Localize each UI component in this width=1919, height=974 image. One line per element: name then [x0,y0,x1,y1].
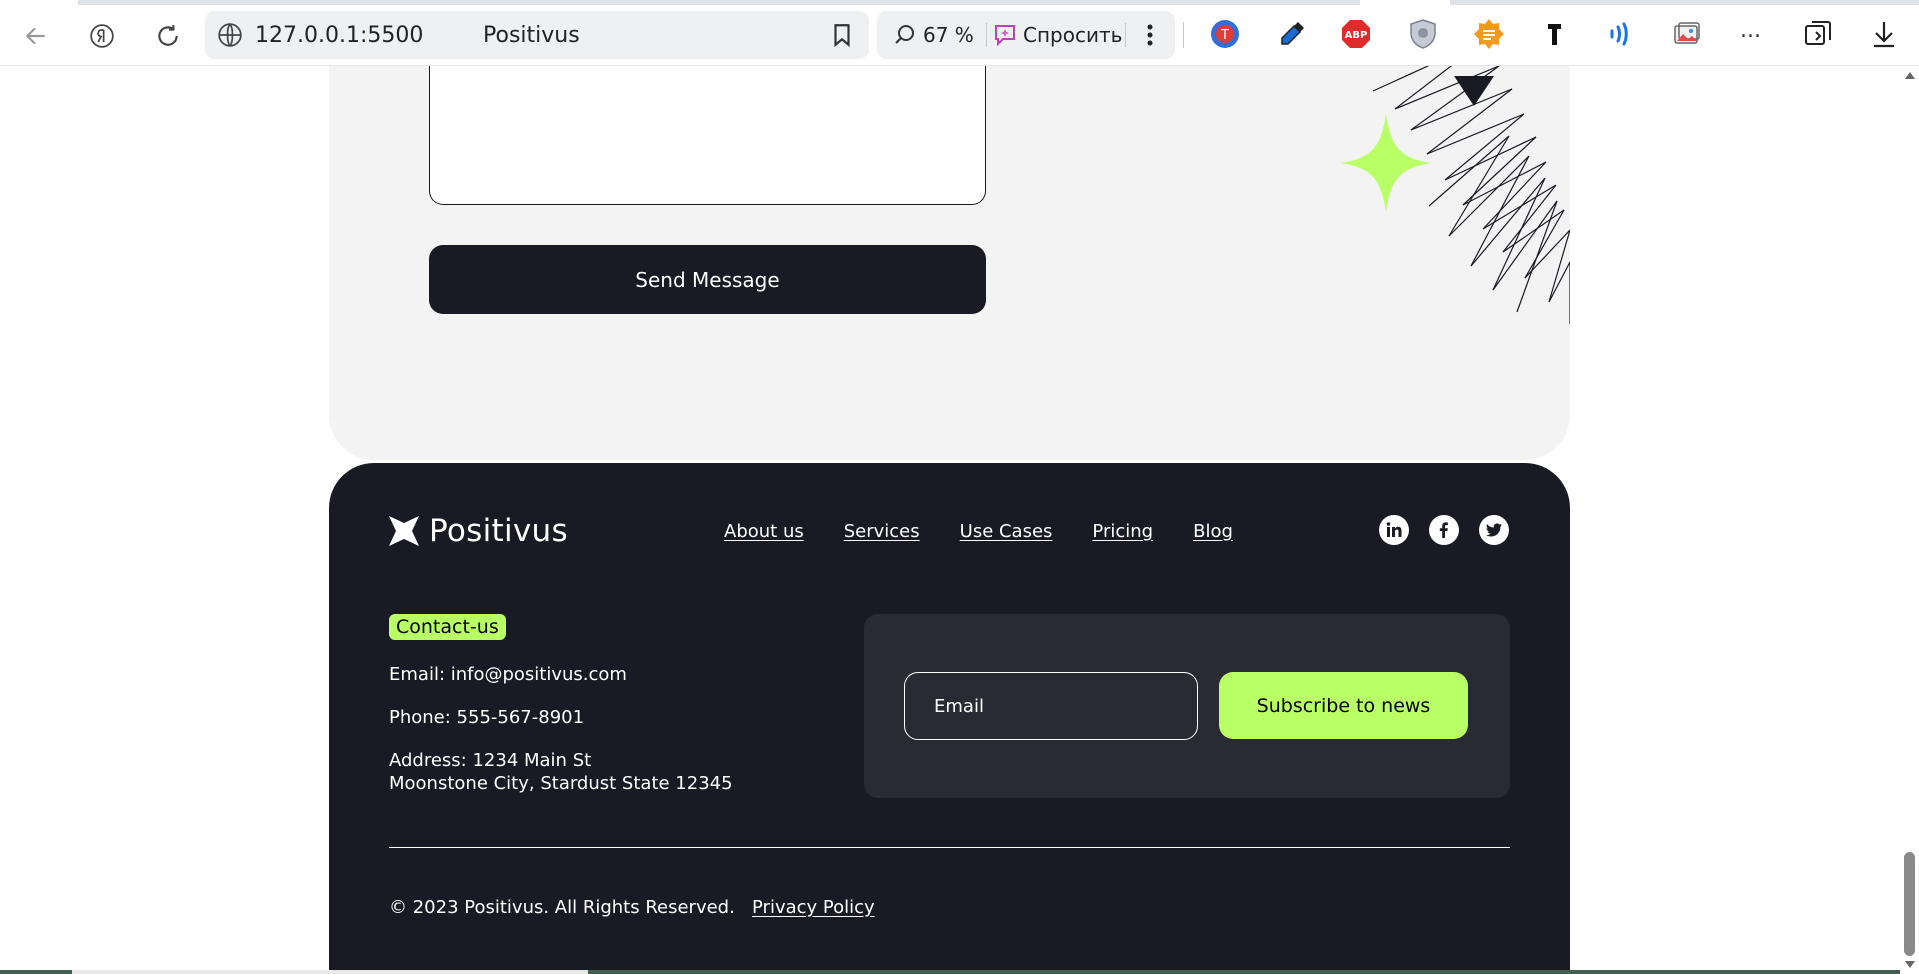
privacy-policy-link[interactable]: Privacy Policy [752,897,875,918]
address-bar[interactable]: 127.0.0.1:5500 Positivus [205,11,869,59]
more-extensions-button[interactable]: ... [1740,18,1761,43]
ask-button[interactable]: Спросить [1023,23,1122,47]
newsletter-box: Subscribe to news [864,614,1510,798]
decorative-star-illustration [1341,66,1570,324]
taskbar-edge [0,970,1900,974]
kebab-menu-icon [1147,24,1153,46]
page-viewport: Send Message Positivus About us Services… [0,66,1900,974]
social-links [1379,515,1509,545]
svg-text:ABP: ABP [1345,30,1368,41]
zoom-ask-pill: 67 % Спросить [877,11,1175,59]
nav-link-services[interactable]: Services [844,521,920,542]
footer-nav: About us Services Use Cases Pricing Blog [724,521,1233,542]
site-footer: Positivus About us Services Use Cases Pr… [329,463,1570,974]
scroll-up-arrow-icon[interactable] [1905,72,1915,79]
page-title: Positivus [483,23,580,48]
typography-extension[interactable] [1536,16,1572,52]
brand-name: Positivus [429,513,568,549]
globe-icon [218,23,242,47]
contact-address-line1: Address: 1234 Main St [389,750,592,771]
tab-strip [0,0,1919,5]
collections-button[interactable] [1800,16,1836,52]
reload-icon [158,25,178,46]
translate-extension[interactable]: T [1207,16,1243,52]
nav-link-about-us[interactable]: About us [724,521,804,542]
shield-extension[interactable] [1405,16,1441,52]
twitter-link[interactable] [1479,515,1509,545]
downloads-button[interactable] [1866,16,1902,52]
divider [986,23,987,47]
paragraph-icon [1548,24,1561,45]
yandex-button[interactable] [79,14,125,58]
nav-link-pricing[interactable]: Pricing [1092,521,1153,542]
audio-extension[interactable] [1602,16,1638,52]
back-arrow-icon [25,27,45,45]
eyedropper-icon [1281,22,1304,45]
facebook-icon [1439,522,1448,538]
notes-extension[interactable] [1471,16,1507,52]
footer-divider [389,847,1510,848]
taskbar-segment [72,970,588,974]
download-icon [1874,22,1894,48]
message-textarea[interactable] [429,66,986,205]
color-picker-extension[interactable] [1274,16,1310,52]
ask-assistant-icon [995,25,1015,47]
nav-link-use-cases[interactable]: Use Cases [960,521,1053,542]
scroll-down-arrow-icon[interactable] [1905,961,1915,968]
back-button[interactable] [13,14,59,58]
translate-extension-icon: T [1211,20,1239,48]
url-text[interactable]: 127.0.0.1:5500 [255,23,423,48]
contact-phone: Phone: 555-567-8901 [389,707,585,728]
zoom-level[interactable]: 67 % [923,23,974,47]
browser-toolbar: 127.0.0.1:5500 Positivus 67 % Спросить T… [0,0,1919,66]
subscribe-button[interactable]: Subscribe to news [1219,672,1468,739]
gallery-icon [1674,22,1700,44]
svg-text:T: T [1220,28,1229,43]
yandex-icon [90,24,114,48]
page-scrollbar[interactable] [1900,66,1919,974]
positivus-logo-icon [389,516,419,546]
contact-us-heading: Contact-us [389,614,506,640]
screenshot-extension[interactable] [1669,16,1705,52]
sun-badge-icon [1474,19,1504,49]
footer-logo[interactable]: Positivus [389,513,568,549]
magnifier-icon[interactable] [893,23,917,47]
newsletter-email-input[interactable] [904,672,1198,740]
twitter-icon [1486,523,1502,537]
collections-icon [1805,21,1831,45]
linkedin-link[interactable] [1379,515,1409,545]
divider [1125,23,1126,47]
active-tab-indicator [0,0,78,5]
facebook-link[interactable] [1429,515,1459,545]
reload-button[interactable] [145,14,191,58]
send-message-button[interactable]: Send Message [429,245,986,314]
scrollbar-thumb[interactable] [1904,852,1915,956]
sound-waves-icon [1610,22,1628,46]
tab-indicator [1360,0,1450,5]
contact-section: Send Message [329,66,1570,460]
adblock-icon: ABP [1342,20,1370,48]
shield-icon [1410,19,1436,49]
nav-link-blog[interactable]: Blog [1193,521,1233,542]
contact-email: Email: info@positivus.com [389,664,627,685]
more-menu-button[interactable] [1135,19,1165,51]
contact-address-line2: Moonstone City, Stardust State 12345 [389,773,733,794]
linkedin-icon [1386,522,1402,537]
adblock-extension[interactable]: ABP [1338,16,1374,52]
divider [1183,22,1184,48]
bookmark-icon[interactable] [829,22,855,48]
copyright-text: © 2023 Positivus. All Rights Reserved. [389,897,735,918]
